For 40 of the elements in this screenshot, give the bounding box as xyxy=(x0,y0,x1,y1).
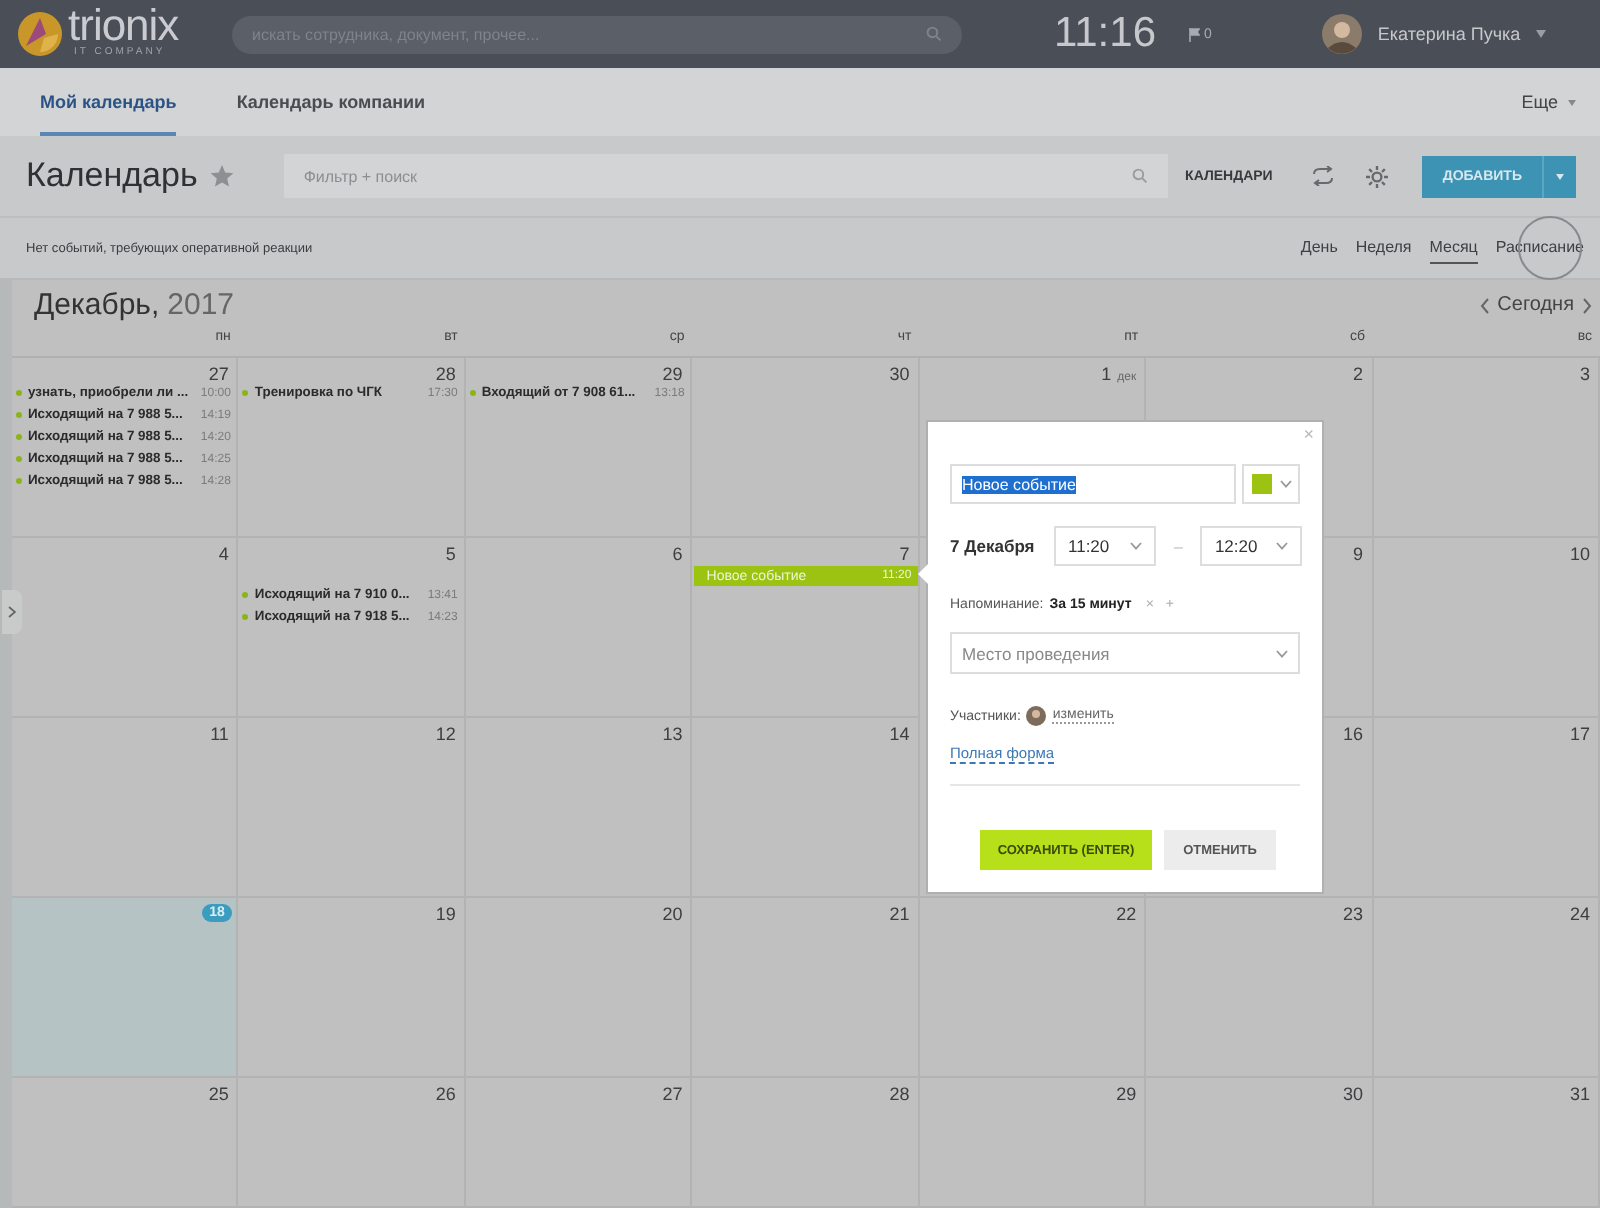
day-number: 2 xyxy=(1353,364,1364,384)
day-number: 21 xyxy=(889,904,910,924)
day-number: 7 xyxy=(899,544,910,564)
day-number: 23 xyxy=(1343,904,1364,924)
day-number: 26 xyxy=(435,1084,456,1104)
day-number: 29 xyxy=(1116,1084,1137,1104)
day-number: 13 xyxy=(662,724,683,744)
day-number: 30 xyxy=(1343,1084,1364,1104)
month-year: 2017 xyxy=(167,288,235,322)
day-number: 20 xyxy=(662,904,683,924)
day-number: 19 xyxy=(435,904,456,924)
day-number: 25 xyxy=(208,1084,229,1104)
day-number: 10 xyxy=(1569,544,1590,564)
day-number: 12 xyxy=(435,724,456,744)
day-number: 24 xyxy=(1569,904,1590,924)
day-number: 14 xyxy=(889,724,910,744)
day-number: 30 xyxy=(889,364,910,384)
day-number: 27 xyxy=(208,364,229,384)
day-number: 17 xyxy=(1569,724,1590,744)
day-number: 1 xyxy=(1101,364,1112,384)
day-number: 5 xyxy=(445,544,456,564)
day-number: 31 xyxy=(1569,1084,1590,1104)
day-number: 27 xyxy=(662,1084,683,1104)
day-number: 29 xyxy=(662,364,683,384)
day-number: 11 xyxy=(210,724,229,744)
day-number: 3 xyxy=(1579,364,1590,384)
day-number: 4 xyxy=(218,544,229,564)
month-name: Декабрь, xyxy=(34,288,160,322)
clock: 11:16 xyxy=(1054,10,1156,58)
page-title: Календарь xyxy=(26,156,198,196)
day-number: 6 xyxy=(672,544,683,564)
day-number: 28 xyxy=(889,1084,910,1104)
day-number: 22 xyxy=(1116,904,1137,924)
logo-text: trionix xyxy=(68,4,179,48)
day-number: 28 xyxy=(435,364,456,384)
event-date: 7 Декабря xyxy=(950,536,1037,556)
day-number: 9 xyxy=(1353,544,1364,564)
day-number: 16 xyxy=(1343,724,1364,744)
time-dash: – xyxy=(1174,537,1183,555)
selected-text: Новое событие xyxy=(962,475,1076,493)
